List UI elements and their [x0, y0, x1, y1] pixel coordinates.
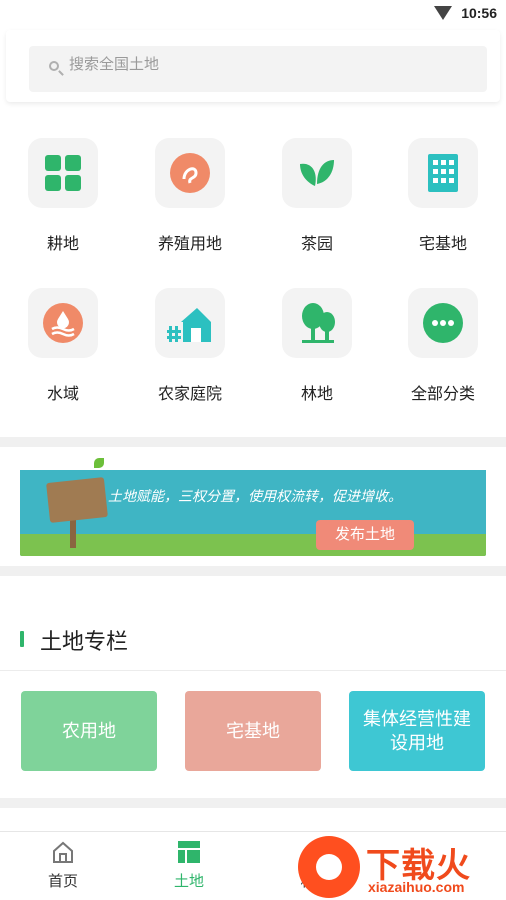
category-label: 茶园 — [300, 236, 333, 253]
water-icon — [43, 303, 83, 343]
column-card-collective[interactable]: 集体经营性建设用地 — [349, 691, 485, 771]
all-tile[interactable] — [408, 288, 478, 358]
search-icon — [49, 61, 59, 71]
tab-label: 土地 — [173, 873, 204, 890]
section-accent-bar — [20, 631, 24, 647]
category-all[interactable]: 全部分类 — [388, 288, 498, 404]
banner-slogan: 土地赋能，三权分置，使用权流转，促进增收。 — [108, 488, 402, 504]
breeding-tile[interactable] — [155, 138, 225, 208]
column-card-agricultural[interactable]: 农用地 — [21, 691, 157, 771]
category-label: 农家庭院 — [157, 386, 222, 403]
column-label: 集体经营性建设用地 — [363, 709, 471, 753]
farmland-tile[interactable] — [28, 138, 98, 208]
tab-home[interactable]: 首页 — [23, 840, 103, 891]
category-water[interactable]: 水域 — [8, 288, 118, 404]
status-time: 10:56 — [461, 5, 497, 21]
land-tab-icon — [177, 840, 201, 864]
section-title: 土地专栏 — [40, 629, 129, 654]
watermark-logo: 下载火 xiazaihuo.com — [298, 836, 506, 900]
forest-tile[interactable] — [282, 288, 352, 358]
category-breeding[interactable]: 养殖用地 — [135, 138, 245, 254]
building-icon — [428, 154, 458, 192]
breeding-icon — [170, 153, 210, 193]
status-bar: 10:56 — [0, 0, 506, 28]
column-card-homestead[interactable]: 宅基地 — [185, 691, 321, 771]
category-label: 林地 — [300, 386, 333, 403]
section-divider — [0, 437, 506, 447]
wifi-icon — [434, 6, 452, 20]
watermark-url: xiazaihuo.com — [368, 879, 465, 895]
search-input[interactable] — [69, 56, 469, 73]
tea-leaf-icon — [298, 158, 336, 188]
category-label: 养殖用地 — [157, 236, 222, 253]
section-divider — [0, 566, 506, 576]
tree-icon — [300, 302, 336, 344]
flame-logo-icon — [298, 836, 360, 898]
search-card — [6, 30, 500, 102]
home-icon — [51, 840, 75, 864]
banner-grass — [20, 534, 486, 556]
category-homestead[interactable]: 宅基地 — [388, 138, 498, 254]
courtyard-tile[interactable] — [155, 288, 225, 358]
category-label: 耕地 — [46, 236, 79, 253]
tab-label: 首页 — [47, 873, 78, 890]
category-label: 水域 — [46, 386, 79, 403]
sprout-icon — [94, 458, 104, 468]
farmland-icon — [45, 155, 81, 191]
section-divider — [0, 798, 506, 808]
house-icon — [167, 302, 213, 344]
tea-tile[interactable] — [282, 138, 352, 208]
tab-land[interactable]: 土地 — [149, 840, 229, 891]
category-label: 全部分类 — [410, 386, 475, 403]
more-icon — [423, 303, 463, 343]
promo-banner[interactable]: 土地赋能，三权分置，使用权流转，促进增收。 发布土地 — [20, 458, 486, 556]
category-tea[interactable]: 茶园 — [262, 138, 372, 254]
publish-land-button[interactable]: 发布土地 — [316, 520, 414, 550]
water-tile[interactable] — [28, 288, 98, 358]
column-label: 宅基地 — [226, 721, 280, 741]
category-courtyard[interactable]: 农家庭院 — [135, 288, 245, 404]
search-box[interactable] — [29, 46, 487, 92]
category-label: 宅基地 — [418, 236, 467, 253]
homestead-tile[interactable] — [408, 138, 478, 208]
column-label: 农用地 — [62, 721, 116, 741]
section-line — [0, 670, 506, 671]
category-forest[interactable]: 林地 — [262, 288, 372, 404]
category-farmland[interactable]: 耕地 — [8, 138, 118, 254]
sign-board-icon — [46, 477, 108, 523]
